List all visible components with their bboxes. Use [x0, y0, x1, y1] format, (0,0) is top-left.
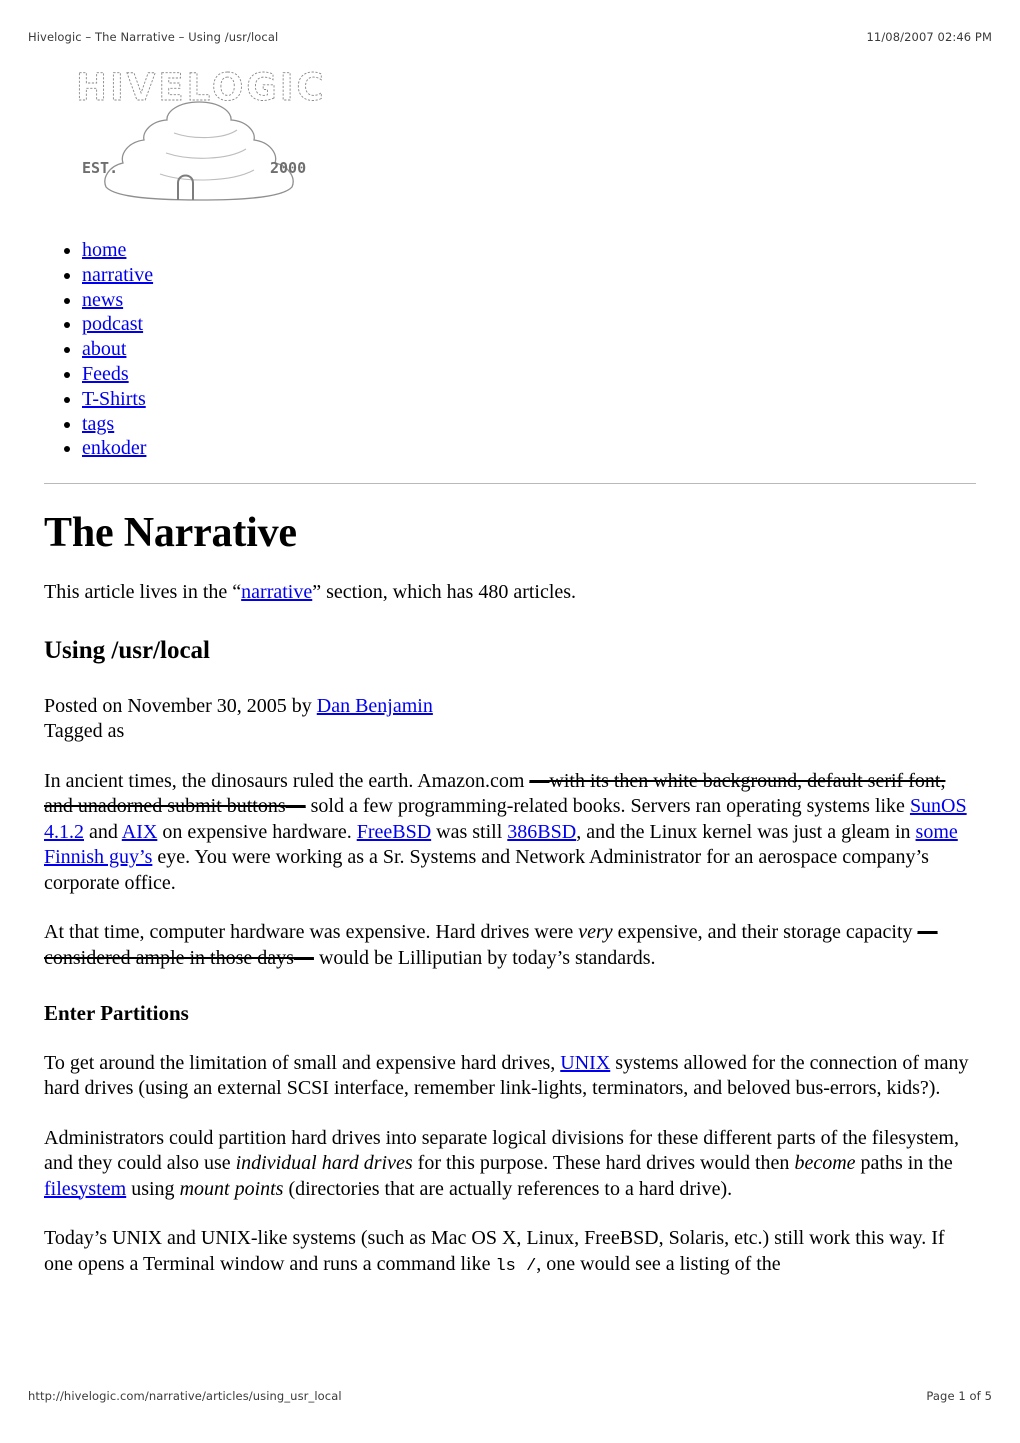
nav-item-home[interactable]: home — [82, 238, 976, 263]
header-divider — [44, 483, 976, 485]
nav-item-narrative[interactable]: narrative — [82, 263, 976, 288]
nav-item-about[interactable]: about — [82, 337, 976, 362]
tagged-as-label: Tagged as — [44, 720, 125, 743]
page-content: HIVELOGIC EST. 2000 home narrative news … — [44, 60, 976, 1279]
print-header-title: Hivelogic – The Narrative – Using /usr/l… — [28, 30, 279, 44]
site-logo[interactable]: HIVELOGIC EST. 2000 — [74, 60, 324, 220]
article-paragraph-2: At that time, computer hardware was expe… — [44, 920, 976, 971]
nav-item-enkoder[interactable]: enkoder — [82, 436, 976, 461]
nav-link-home[interactable]: home — [82, 239, 126, 261]
print-header-timestamp: 11/08/2007 02:46 PM — [866, 30, 992, 44]
section-note-link[interactable]: narrative — [241, 581, 312, 603]
hivelogic-logo-svg: HIVELOGIC EST. 2000 — [76, 66, 324, 201]
p4-italic-3: mount points — [179, 1177, 284, 1200]
nav-item-tags[interactable]: tags — [82, 412, 976, 437]
nav-item-podcast[interactable]: podcast — [82, 312, 976, 337]
logo-est-label: EST. — [82, 159, 118, 177]
nav-item-feeds[interactable]: Feeds — [82, 362, 976, 387]
link-freebsd[interactable]: FreeBSD — [357, 821, 431, 843]
article-byline: Posted on November 30, 2005 by Dan Benja… — [44, 694, 976, 745]
byline-pre: Posted on November 30, 2005 by — [44, 694, 317, 717]
section-note: This article lives in the “narrative” se… — [44, 580, 976, 606]
p2-italic-very: very — [578, 921, 613, 944]
nav-link-narrative[interactable]: narrative — [82, 264, 153, 286]
logo-est-year: 2000 — [270, 159, 306, 177]
print-footer: http://hivelogic.com/narrative/articles/… — [28, 1389, 992, 1405]
link-unix[interactable]: UNIX — [560, 1052, 610, 1074]
author-link[interactable]: Dan Benjamin — [317, 695, 433, 717]
p3-text-1: To get around the limitation of small an… — [44, 1051, 561, 1074]
nav-link-tags[interactable]: tags — [82, 413, 114, 435]
nav-link-about[interactable]: about — [82, 338, 126, 360]
print-footer-url: http://hivelogic.com/narrative/articles/… — [28, 1389, 342, 1403]
p1-text-1: In ancient times, the dinosaurs ruled th… — [44, 769, 530, 792]
link-aix[interactable]: AIX — [122, 821, 158, 843]
section-note-post: ” section, which has 480 articles. — [312, 581, 577, 604]
nav-item-tshirts[interactable]: T-Shirts — [82, 387, 976, 412]
p4-italic-1: individual hard drives — [235, 1152, 413, 1175]
nav-item-news[interactable]: news — [82, 288, 976, 313]
p2-text-3: would be Lilliputian by today’s standard… — [313, 946, 656, 969]
nav-link-enkoder[interactable]: enkoder — [82, 437, 146, 459]
p2-text-2: expensive, and their storage capacity — [612, 921, 918, 944]
nav-link-tshirts[interactable]: T-Shirts — [82, 388, 146, 410]
p1-text-3: and — [84, 820, 122, 843]
p1-text-5: was still — [431, 820, 508, 843]
article-paragraph-5: Today’s UNIX and UNIX-like systems (such… — [44, 1226, 976, 1279]
print-footer-page: Page 1 of 5 — [926, 1389, 992, 1403]
print-header: Hivelogic – The Narrative – Using /usr/l… — [28, 30, 992, 46]
beehive-icon — [104, 101, 294, 201]
p4-italic-2: become — [794, 1152, 856, 1175]
link-filesystem[interactable]: filesystem — [44, 1178, 126, 1200]
p1-text-4: on expensive hardware. — [157, 820, 357, 843]
p4-text-5: (directories that are actually reference… — [283, 1177, 733, 1200]
article-paragraph-1: In ancient times, the dinosaurs ruled th… — [44, 769, 976, 897]
p1-text-6: , and the Linux kernel was just a gleam … — [576, 820, 916, 843]
p2-text-1: At that time, computer hardware was expe… — [44, 921, 579, 944]
page-title: The Narrative — [44, 510, 297, 557]
section-note-pre: This article lives in the “ — [44, 581, 242, 604]
p1-text-2: sold a few programming-related books. Se… — [305, 795, 910, 818]
inline-code-ls: ls / — [495, 1256, 537, 1276]
article-title: Using /usr/local — [44, 636, 210, 664]
p4-text-4: using — [126, 1177, 180, 1200]
article-paragraph-4: Administrators could partition hard driv… — [44, 1126, 976, 1203]
p1-text-7: eye. You were working as a Sr. Systems a… — [44, 846, 929, 894]
site-navigation: home narrative news podcast about Feeds … — [44, 238, 976, 461]
article-paragraph-3: To get around the limitation of small an… — [44, 1051, 976, 1102]
nav-link-podcast[interactable]: podcast — [82, 313, 143, 335]
p5-text-2: , one would see a listing of the — [536, 1252, 781, 1275]
p4-text-2: for this purpose. These hard drives woul… — [412, 1152, 795, 1175]
p4-text-3: paths in the — [855, 1152, 953, 1175]
nav-link-news[interactable]: news — [82, 289, 123, 311]
nav-link-feeds[interactable]: Feeds — [82, 363, 129, 385]
section-heading-enter-partitions: Enter Partitions — [44, 1001, 189, 1026]
link-386bsd[interactable]: 386BSD — [507, 821, 576, 843]
